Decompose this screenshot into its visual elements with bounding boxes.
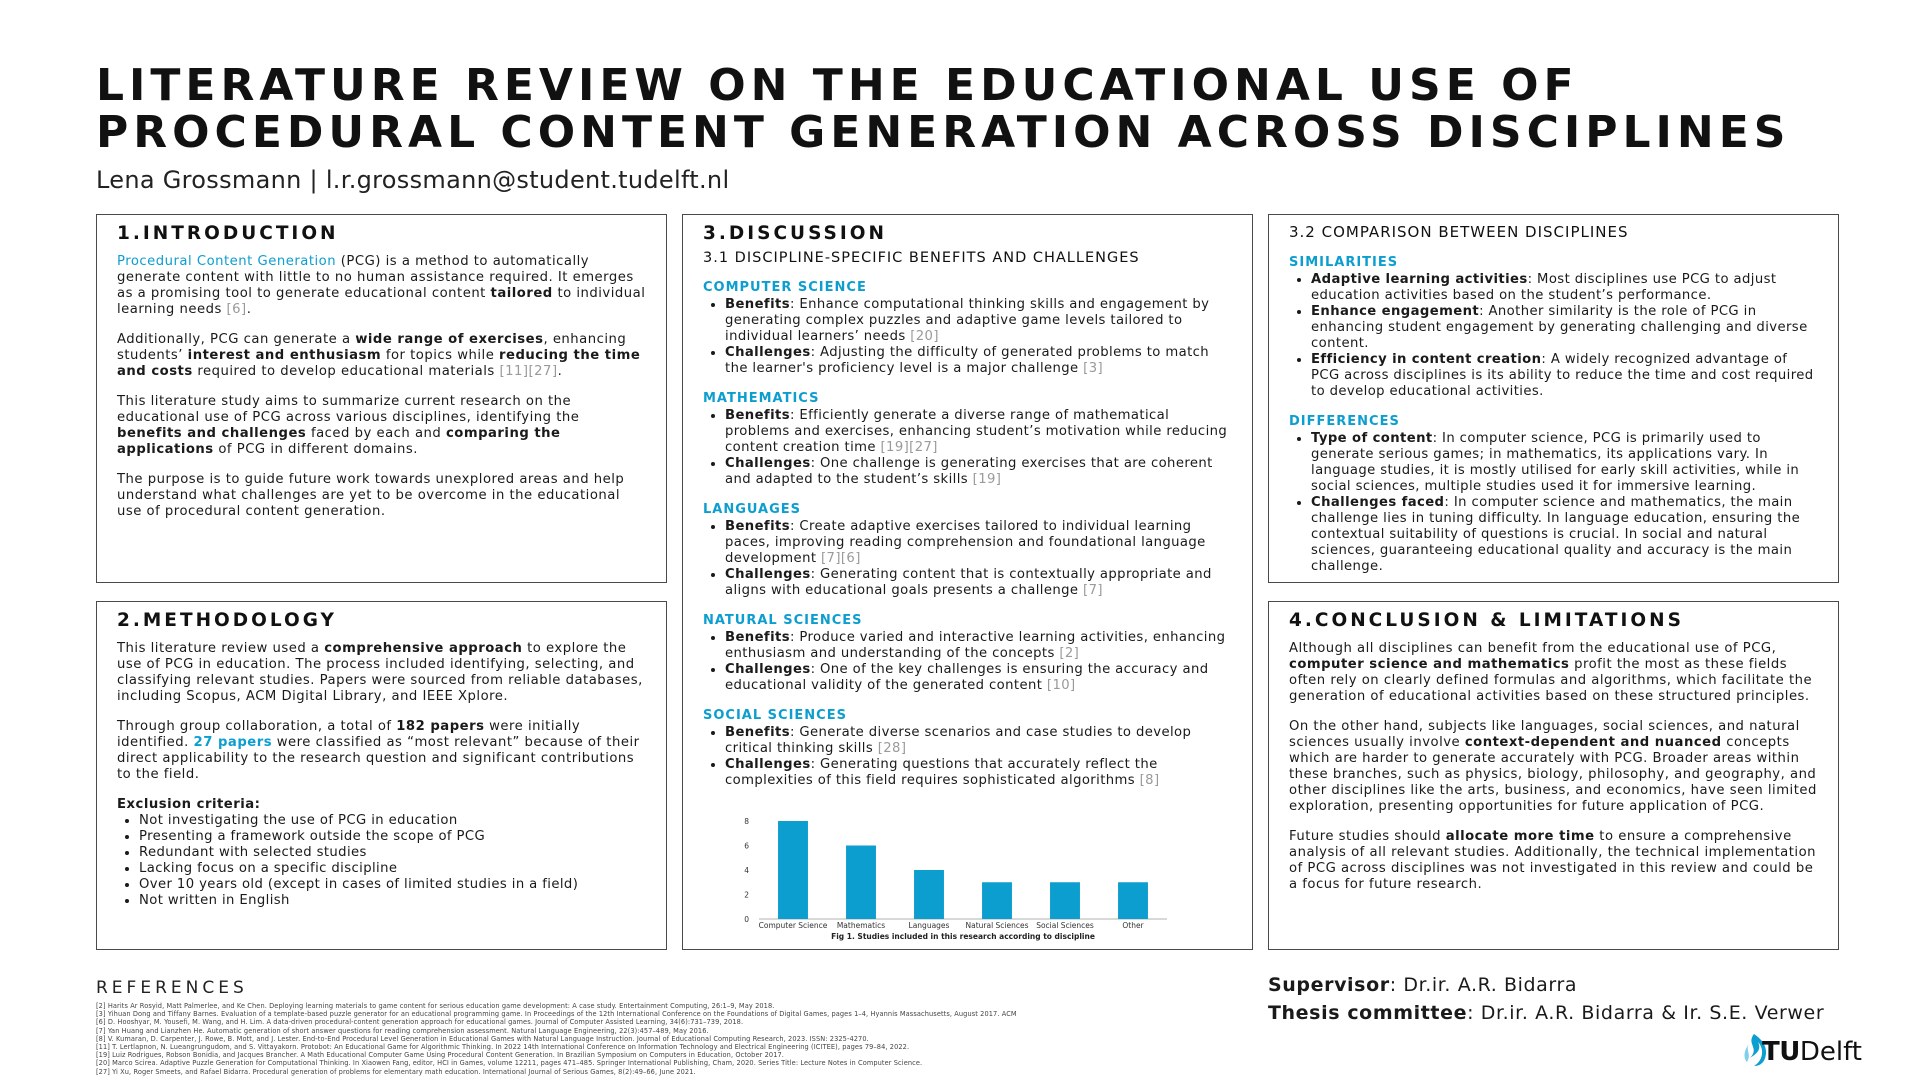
methodology-panel: 2.METHODOLOGY This literature review use…	[96, 601, 667, 950]
bar	[982, 882, 1012, 919]
conclusion-paragraph-3: Future studies should allocate more time…	[1289, 829, 1816, 892]
title-line-1: LITERATURE REVIEW ON THE EDUCATIONAL USE…	[96, 60, 1579, 111]
intro-paragraph-2: Additionally, PCG can generate a wide ra…	[117, 332, 641, 379]
benefit-item: Benefits: Efficiently generate a diverse…	[725, 408, 1232, 456]
reference-item: [8] V. Kumaran, D. Carpenter, J. Rowe, B…	[96, 1034, 869, 1043]
methodology-heading: 2.METHODOLOGY	[117, 610, 337, 631]
list-item: Adaptive learning activities: Most disci…	[1311, 272, 1818, 304]
poster-title: LITERATURE REVIEW ON THE EDUCATIONAL USE…	[96, 62, 1816, 156]
x-tick-label: Other	[1122, 921, 1144, 930]
challenge-item: Challenges: One challenge is generating …	[725, 456, 1232, 488]
discipline-name: SOCIAL SCIENCES	[703, 708, 847, 723]
intro-paragraph-1: Procedural Content Generation (PCG) is a…	[117, 254, 646, 317]
benefit-item: Benefits: Produce varied and interactive…	[725, 630, 1232, 662]
y-tick-label: 2	[744, 891, 749, 900]
benefit-item: Benefits: Generate diverse scenarios and…	[725, 725, 1232, 757]
challenge-item: Challenges: Generating content that is c…	[725, 567, 1232, 599]
introduction-heading: 1.INTRODUCTION	[117, 223, 339, 244]
reference-item: [6] D. Hooshyar, M. Yousefi, M. Wang, an…	[96, 1018, 744, 1027]
list-item: Lacking focus on a specific discipline	[139, 861, 646, 877]
exclusion-criteria-list: Not investigating the use of PCG in educ…	[117, 813, 646, 909]
bar	[778, 821, 808, 919]
intro-paragraph-3: This literature study aims to summarize …	[117, 394, 580, 457]
differences-list: Type of content: In computer science, PC…	[1289, 431, 1818, 575]
discipline-name: COMPUTER SCIENCE	[703, 280, 867, 295]
bar	[914, 870, 944, 919]
list-item: Presenting a framework outside the scope…	[139, 829, 646, 845]
list-item: Type of content: In computer science, PC…	[1311, 431, 1818, 495]
list-item: Not investigating the use of PCG in educ…	[139, 813, 646, 829]
list-item: Over 10 years old (except in cases of li…	[139, 877, 646, 893]
x-tick-label: Natural Sciences	[965, 921, 1028, 930]
reference-item: [27] Yi Xu, Roger Smeets, and Rafael Bid…	[96, 1067, 696, 1076]
list-item: Not written in English	[139, 893, 646, 909]
benefit-item: Benefits: Create adaptive exercises tail…	[725, 519, 1232, 567]
comparison-heading: 3.2 COMPARISON BETWEEN DISCIPLINES	[1289, 223, 1629, 241]
conclusion-panel: 4.CONCLUSION & LIMITATIONS Although all …	[1268, 601, 1839, 950]
methodology-paragraph-1: This literature review used a comprehens…	[117, 641, 643, 704]
intro-paragraph-4: The purpose is to guide future work towa…	[117, 472, 625, 519]
list-item: Redundant with selected studies	[139, 845, 646, 861]
y-tick-label: 0	[744, 915, 749, 924]
x-tick-label: Computer Science	[759, 921, 828, 930]
discipline-social-sciences: SOCIAL SCIENCES Benefits: Generate diver…	[703, 708, 1232, 789]
logo-tu-text: TU	[1762, 1037, 1800, 1067]
discussion-subheading: 3.1 DISCIPLINE-SPECIFIC BENEFITS AND CHA…	[703, 250, 1140, 266]
challenge-item: Challenges: Adjusting the difficulty of …	[725, 345, 1232, 377]
reference-item: [2] Harits Ar Rosyid, Matt Palmerlee, an…	[96, 1002, 775, 1010]
references-list: [2] Harits Ar Rosyid, Matt Palmerlee, an…	[96, 1002, 1016, 1076]
references-heading: REFERENCES	[96, 978, 248, 998]
y-tick-label: 8	[744, 817, 749, 826]
supervisor-line: Supervisor: Dr.ir. A.R. Bidarra	[1268, 974, 1578, 996]
logo-delft-text: Delft	[1799, 1037, 1862, 1067]
methodology-paragraph-2: Through group collaboration, a total of …	[117, 719, 640, 782]
benefit-item: Benefits: Enhance computational thinking…	[725, 297, 1232, 345]
discipline-natural-sciences: NATURAL SCIENCES Benefits: Produce varie…	[703, 613, 1232, 694]
challenge-item: Challenges: One of the key challenges is…	[725, 662, 1232, 694]
list-item: Enhance engagement: Another similarity i…	[1311, 304, 1818, 352]
chart-caption: Fig 1. Studies included in this research…	[831, 932, 1095, 941]
x-tick-label: Social Sciences	[1036, 921, 1094, 930]
conclusion-heading: 4.CONCLUSION & LIMITATIONS	[1289, 610, 1684, 631]
thesis-committee-line: Thesis committee: Dr.ir. A.R. Bidarra & …	[1268, 1002, 1825, 1024]
conclusion-paragraph-1: Although all disciplines can benefit fro…	[1289, 641, 1813, 704]
x-tick-label: Mathematics	[837, 921, 885, 930]
discipline-languages: LANGUAGES Benefits: Create adaptive exer…	[703, 502, 1232, 599]
exclusion-criteria-label: Exclusion criteria:	[117, 797, 261, 812]
list-item: Challenges faced: In computer science an…	[1311, 495, 1818, 575]
author-line: Lena Grossmann | l.r.grossmann@student.t…	[96, 166, 730, 194]
discipline-name: NATURAL SCIENCES	[703, 613, 863, 628]
reference-item: [11] T. Lertlapnon, N. Lueangrungudom, a…	[96, 1043, 910, 1052]
comparison-panel: 3.2 COMPARISON BETWEEN DISCIPLINES SIMIL…	[1268, 214, 1839, 583]
challenge-item: Challenges: Generating questions that ac…	[725, 757, 1232, 789]
y-tick-label: 6	[744, 842, 749, 851]
reference-item: [3] Yihuan Dong and Tiffany Barnes. Eval…	[96, 1010, 1016, 1019]
x-tick-label: Languages	[909, 921, 950, 930]
y-tick-label: 4	[744, 866, 749, 875]
bar	[1050, 882, 1080, 919]
reference-item: [19] Luiz Rodrigues, Robson Bonidia, and…	[96, 1051, 784, 1060]
discussion-heading: 3.DISCUSSION	[703, 223, 887, 244]
studies-bar-chart: 0 2 4 6 8 Computer Science Mathematics Language…	[744, 817, 1167, 941]
bar	[1118, 882, 1148, 919]
introduction-panel: 1.INTRODUCTION Procedural Content Genera…	[96, 214, 667, 583]
reference-item: [7] Yan Huang and Lianzhen He. Automatic…	[96, 1026, 709, 1035]
title-line-2: PROCEDURAL CONTENT GENERATION ACROSS DIS…	[96, 107, 1791, 158]
similarities-list: Adaptive learning activities: Most disci…	[1289, 272, 1818, 400]
conclusion-paragraph-2: On the other hand, subjects like languag…	[1289, 719, 1817, 814]
discipline-name: LANGUAGES	[703, 502, 802, 517]
differences-label: DIFFERENCES	[1289, 414, 1400, 429]
discipline-name: MATHEMATICS	[703, 391, 820, 406]
discipline-mathematics: MATHEMATICS Benefits: Efficiently genera…	[703, 391, 1232, 488]
similarities-label: SIMILARITIES	[1289, 255, 1399, 270]
bar	[846, 845, 876, 919]
tu-delft-logo: TU Delft	[1738, 1030, 1862, 1074]
discipline-computer-science: COMPUTER SCIENCE Benefits: Enhance compu…	[703, 280, 1232, 377]
reference-item: [20] Marco Scirea. Adaptive Puzzle Gener…	[96, 1059, 923, 1068]
list-item: Efficiency in content creation: A widely…	[1311, 352, 1818, 400]
